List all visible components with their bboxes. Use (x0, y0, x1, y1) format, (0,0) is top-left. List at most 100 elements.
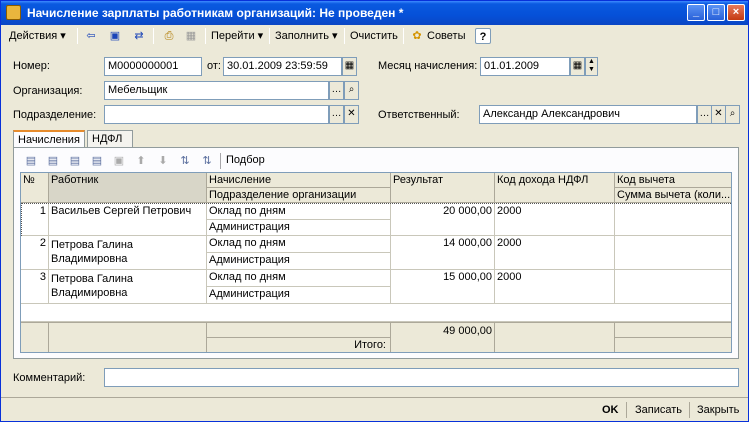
refresh-icon[interactable]: ⇄ (131, 28, 147, 44)
calendar-icon[interactable]: ▦ (570, 57, 585, 76)
deduction-cell[interactable] (615, 236, 731, 270)
column-header-num[interactable]: № (21, 173, 49, 203)
department-cell[interactable]: Администрация (207, 220, 391, 236)
clear-x-icon[interactable]: ✕ (344, 105, 359, 124)
total-label: Итого: (207, 337, 391, 352)
move-down-icon[interactable]: ⬇ (154, 152, 172, 170)
search-icon[interactable]: ⌕ (725, 105, 740, 124)
footer-cell (49, 322, 207, 352)
clear-button[interactable]: Очистить (350, 27, 398, 45)
column-header-result[interactable]: Результат (391, 173, 495, 203)
search-icon[interactable]: ⌕ (344, 81, 359, 100)
end-edit-icon[interactable]: ▣ (110, 152, 128, 170)
table-row[interactable]: 2 Петрова Галина Владимировна Оклад по дн… (21, 236, 731, 270)
worker-cell[interactable]: Васильев Сергей Петрович (49, 204, 207, 236)
maximize-button[interactable]: □ (707, 4, 725, 21)
select-ellipsis-icon[interactable]: … (329, 105, 344, 124)
worker-name-line1: Петрова Галина (51, 239, 134, 251)
close-button[interactable]: Закрыть (697, 401, 739, 419)
calendar-icon[interactable]: ▦ (342, 57, 357, 76)
column-header-department[interactable]: Подразделение организации (207, 188, 391, 203)
close-window-button[interactable]: × (727, 4, 745, 21)
income-code-cell[interactable]: 2000 (495, 270, 615, 304)
delete-row-icon[interactable]: ▤ (88, 152, 106, 170)
deduction-cell[interactable] (615, 270, 731, 304)
column-header-deduction-sum[interactable]: Сумма вычета (коли... (615, 188, 731, 203)
toolbar-separator (153, 28, 154, 44)
copy-row-icon[interactable]: ▤ (44, 152, 62, 170)
edit-row-icon[interactable]: ▤ (66, 152, 84, 170)
select-button[interactable]: Подбор (226, 154, 265, 166)
number-label: Номер: (13, 60, 50, 72)
print-icon[interactable]: ⎙ (161, 28, 177, 44)
worker-name-line1: Петрова Галина (51, 273, 134, 285)
toolbar-separator (220, 153, 221, 169)
column-header-worker[interactable]: Работник (49, 173, 207, 203)
document-icon (6, 5, 21, 20)
post-document-icon[interactable]: ▣ (107, 28, 123, 44)
department-cell[interactable]: Администрация (207, 253, 391, 270)
responsible-field[interactable]: Александр Александрович (479, 105, 697, 124)
main-toolbar: Действия ▾ ⇦ ▣ ⇄ ⎙ ▦ Перейти ▾ Заполнить… (3, 26, 747, 46)
spin-up-down-icon[interactable]: ▲ ▼ (585, 57, 598, 76)
actions-menu[interactable]: Действия ▾ (9, 27, 66, 45)
column-header-income-code[interactable]: Код дохода НДФЛ (495, 173, 615, 203)
select-ellipsis-icon[interactable]: … (697, 105, 712, 124)
footer-cell (21, 322, 49, 352)
result-cell[interactable]: 14 000,00 (391, 236, 495, 270)
sort-asc-icon[interactable]: ⇅ (176, 152, 194, 170)
row-number: 2 (21, 236, 49, 270)
accrual-cell[interactable]: Оклад по дням (207, 204, 391, 220)
toolbar-separator (269, 28, 270, 44)
divider (689, 402, 690, 418)
fill-menu[interactable]: Заполнить ▾ (275, 27, 338, 45)
table-row[interactable]: 1 Васильев Сергей Петрович Оклад по дням… (21, 203, 731, 236)
tips-button[interactable]: Советы (427, 27, 465, 45)
result-cell[interactable]: 20 000,00 (391, 204, 495, 236)
minimize-button[interactable]: _ (687, 4, 705, 21)
worker-name-line2: Владимировна (51, 287, 128, 299)
worker-cell[interactable]: Петрова Галина Владимировна (49, 236, 207, 270)
title-bar[interactable]: Начисление зарплаты работникам организац… (1, 1, 748, 25)
column-header-deduction-code[interactable]: Код вычета (615, 173, 731, 188)
button-bar: OK Записать Закрыть (1, 397, 748, 421)
goto-menu[interactable]: Перейти ▾ (211, 27, 263, 45)
document-window: Начисление зарплаты работникам организац… (0, 0, 749, 422)
footer-cell (207, 322, 391, 337)
empty-row[interactable] (21, 304, 731, 322)
move-up-icon[interactable]: ⬆ (132, 152, 150, 170)
sort-desc-icon[interactable]: ⇅ (198, 152, 216, 170)
structure-icon[interactable]: ▦ (183, 28, 199, 44)
income-code-cell[interactable]: 2000 (495, 204, 615, 236)
comment-field[interactable] (104, 368, 739, 387)
worker-name-line1: Васильев Сергей Петрович (51, 205, 192, 217)
add-row-icon[interactable]: ▤ (22, 152, 40, 170)
deduction-cell[interactable] (615, 204, 731, 236)
ok-button[interactable]: OK (602, 401, 619, 419)
clear-x-icon[interactable]: ✕ (711, 105, 726, 124)
tab-ndfl[interactable]: НДФЛ (87, 130, 133, 148)
footer-cell (495, 322, 615, 352)
accrual-cell[interactable]: Оклад по дням (207, 236, 391, 253)
toolbar-separator (205, 28, 206, 44)
department-cell[interactable]: Администрация (207, 287, 391, 304)
accruals-table: № Работник Начисление Подразделение орга… (20, 172, 732, 353)
accrual-cell[interactable]: Оклад по дням (207, 270, 391, 287)
back-arrow-icon[interactable]: ⇦ (83, 28, 99, 44)
month-field[interactable]: 01.01.2009 (480, 57, 570, 76)
row-number: 1 (22, 204, 49, 236)
worker-cell[interactable]: Петрова Галина Владимировна (49, 270, 207, 304)
organization-field[interactable]: Мебельщик (104, 81, 329, 100)
date-field[interactable]: 30.01.2009 23:59:59 (223, 57, 342, 76)
column-header-accrual[interactable]: Начисление (207, 173, 391, 188)
save-button[interactable]: Записать (635, 401, 682, 419)
toolbar-separator (403, 28, 404, 44)
table-row[interactable]: 3 Петрова Галина Владимировна Оклад по дн… (21, 270, 731, 304)
number-field[interactable]: М0000000001 (104, 57, 202, 76)
result-cell[interactable]: 15 000,00 (391, 270, 495, 304)
date-label: от: (207, 60, 221, 72)
select-ellipsis-icon[interactable]: … (329, 81, 344, 100)
department-field[interactable] (104, 105, 329, 124)
help-button[interactable]: ? (475, 28, 491, 44)
income-code-cell[interactable]: 2000 (495, 236, 615, 270)
